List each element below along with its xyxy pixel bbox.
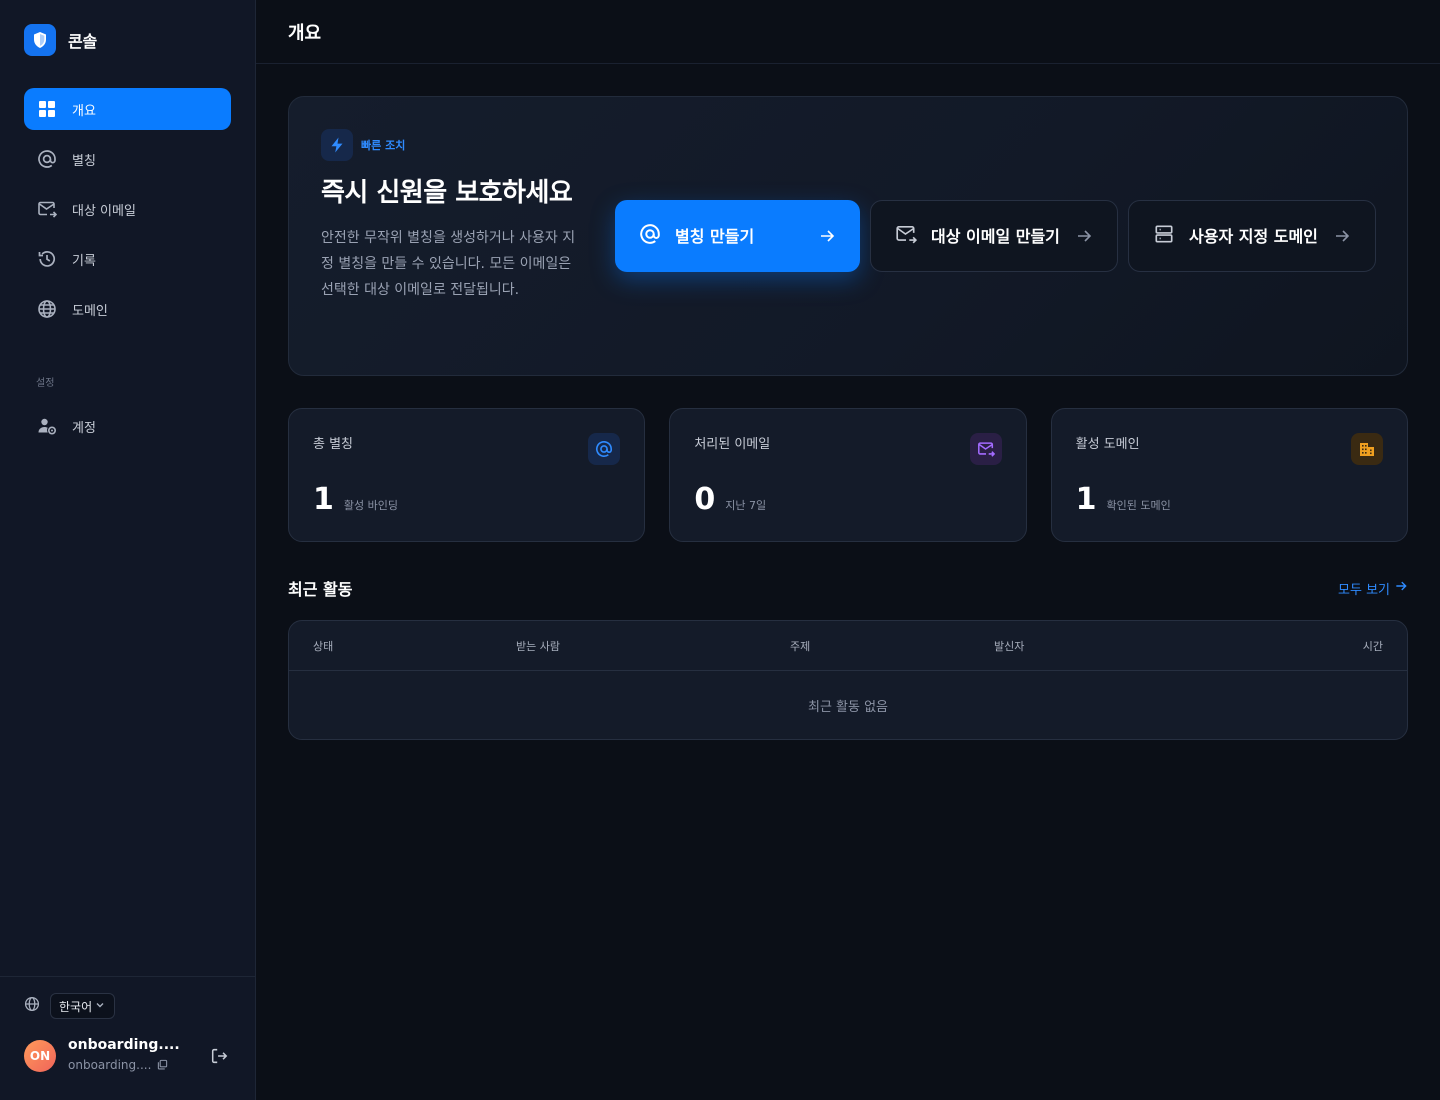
arrow-right-icon (1394, 579, 1408, 597)
column-header-subject[interactable]: 주제 (790, 638, 810, 654)
server-icon (1153, 223, 1175, 249)
quick-actions-badge: 빠른 조치 (321, 129, 1375, 161)
custom-domain-button[interactable]: 사용자 지정 도메인 (1128, 200, 1376, 272)
globe-icon (24, 996, 40, 1016)
hero-description: 안전한 무작위 별칭을 생성하거나 사용자 지정 별칭을 만들 수 있습니다. … (321, 230, 576, 298)
sidebar-item-label: 계정 (72, 420, 96, 436)
stat-label: 활성 도메인 (1075, 437, 1140, 452)
user-gear-icon (36, 415, 58, 437)
create-alias-button[interactable]: 별칭 만들기 (615, 200, 860, 272)
language-select[interactable]: 한국어 (50, 993, 116, 1019)
sidebar-item-label: 기록 (72, 253, 96, 269)
user-info: onboarding.... onboarding.... (68, 1037, 195, 1074)
building-icon (1350, 433, 1383, 465)
view-all-link[interactable]: 모두 보기 (1338, 579, 1408, 598)
user-email-row: onboarding.... (68, 1055, 195, 1074)
arrow-right-icon (818, 227, 836, 245)
mail-forward-icon (895, 223, 918, 249)
main-content: 개요 빠른 조치 즉시 신원을 보호하세요 안전한 무작위 별칭을 생성하거나 … (256, 0, 1440, 1100)
stats-row: 총 별칭 1 활성 바인딩 처리된 이메일 0 지난 7일 활성 도메인 1 확… (288, 408, 1408, 542)
sidebar-item-domains[interactable]: 도메인 (24, 288, 231, 330)
language-select-value: 한국어 (59, 999, 93, 1014)
sidebar-item-account[interactable]: 계정 (24, 405, 231, 447)
create-destination-email-button[interactable]: 대상 이메일 만들기 (870, 200, 1118, 272)
avatar[interactable]: ON (24, 1039, 56, 1072)
grid-icon (36, 98, 58, 120)
sidebar-item-history[interactable]: 기록 (24, 238, 231, 280)
stat-value-row: 0 지난 7일 (694, 482, 1001, 517)
topbar: 개요 (256, 0, 1440, 64)
at-icon (588, 433, 621, 465)
logout-icon[interactable] (207, 1044, 231, 1068)
stat-value: 1 (313, 482, 334, 517)
stat-card-active-domains: 활성 도메인 1 확인된 도메인 (1050, 408, 1408, 542)
column-header-recipient[interactable]: 받는 사람 (516, 638, 560, 654)
copy-icon[interactable] (157, 1055, 168, 1074)
stat-sub: 활성 바인딩 (343, 499, 398, 512)
arrow-right-icon (1333, 227, 1351, 245)
stat-value: 1 (1075, 482, 1097, 517)
stat-value-row: 1 활성 바인딩 (313, 482, 620, 517)
page-title: 개요 (288, 22, 322, 44)
stat-card-processed-emails: 처리된 이메일 0 지난 7일 (669, 408, 1027, 542)
chevron-down-icon (94, 999, 106, 1014)
arrow-right-icon (1075, 227, 1093, 245)
table-header: 상태 받는 사람 주제 발신자 시간 (289, 621, 1407, 671)
user-email: onboarding.... (68, 1057, 152, 1072)
at-icon (639, 223, 661, 249)
sidebar-item-aliases[interactable]: 별칭 (24, 138, 231, 180)
settings-nav: 계정 (0, 401, 255, 447)
table-empty-state: 최근 활동 없음 (807, 699, 889, 715)
hero-actions: 별칭 만들기 대상 이메일 만들기 사용자 지정 도메인 (615, 200, 1376, 272)
content: 빠른 조치 즉시 신원을 보호하세요 안전한 무작위 별칭을 생성하거나 사용자… (256, 64, 1440, 772)
recent-activity-header: 최근 활동 모두 보기 (288, 576, 1408, 600)
user-row: ON onboarding.... onboarding.... (24, 1037, 231, 1074)
at-icon (36, 148, 58, 170)
column-header-sender[interactable]: 발신자 (994, 638, 1024, 654)
language-row: 한국어 (24, 993, 231, 1019)
sidebar-item-label: 별칭 (72, 153, 96, 169)
globe-icon (36, 298, 58, 320)
stat-sub: 지난 7일 (725, 499, 767, 512)
sidebar-item-label: 개요 (72, 103, 96, 119)
sidebar: 콘솔 개요 별칭 대상 이메일 기록 도메인 설정 계정 한국어 ON onbo… (0, 0, 256, 1100)
create-alias-label: 별칭 만들기 (675, 226, 755, 246)
shield-icon (24, 24, 56, 56)
stat-label: 총 별칭 (313, 437, 354, 452)
lightning-icon (321, 129, 353, 161)
sidebar-item-overview[interactable]: 개요 (24, 88, 231, 130)
stat-sub: 확인된 도메인 (1106, 499, 1171, 512)
sidebar-item-label: 대상 이메일 (72, 203, 136, 219)
mail-forward-icon (36, 198, 58, 220)
stat-value-row: 1 확인된 도메인 (1076, 482, 1383, 517)
stat-card-total-aliases: 총 별칭 1 활성 바인딩 (288, 408, 646, 542)
recent-activity-title: 최근 활동 (288, 580, 353, 599)
custom-domain-label: 사용자 지정 도메인 (1189, 226, 1318, 246)
column-header-time[interactable]: 시간 (1363, 638, 1383, 654)
sidebar-item-label: 도메인 (72, 303, 108, 319)
brand-name: 콘솔 (68, 32, 98, 51)
create-destination-email-label: 대상 이메일 만들기 (931, 226, 1060, 246)
sidebar-nav: 개요 별칭 대상 이메일 기록 도메인 (0, 56, 255, 330)
stat-label: 처리된 이메일 (694, 437, 771, 452)
hero-title: 즉시 신원을 보호하세요 (321, 178, 573, 208)
recent-activity-table: 상태 받는 사람 주제 발신자 시간 최근 활동 없음 (288, 620, 1408, 740)
sidebar-item-destination-email[interactable]: 대상 이메일 (24, 188, 231, 230)
sidebar-footer: 한국어 ON onboarding.... onboarding.... (0, 976, 255, 1100)
stat-value: 0 (694, 482, 716, 517)
mail-forward-icon (969, 433, 1002, 465)
view-all-label: 모두 보기 (1338, 582, 1390, 598)
user-name: onboarding.... (68, 1037, 180, 1053)
history-icon (36, 248, 58, 270)
quick-actions-label: 빠른 조치 (361, 139, 406, 152)
settings-section-label: 설정 (36, 378, 55, 389)
column-header-status[interactable]: 상태 (313, 638, 333, 654)
quick-actions-panel: 빠른 조치 즉시 신원을 보호하세요 안전한 무작위 별칭을 생성하거나 사용자… (288, 96, 1408, 376)
brand[interactable]: 콘솔 (0, 0, 255, 56)
app-root: 콘솔 개요 별칭 대상 이메일 기록 도메인 설정 계정 한국어 ON onbo… (0, 0, 1440, 1100)
